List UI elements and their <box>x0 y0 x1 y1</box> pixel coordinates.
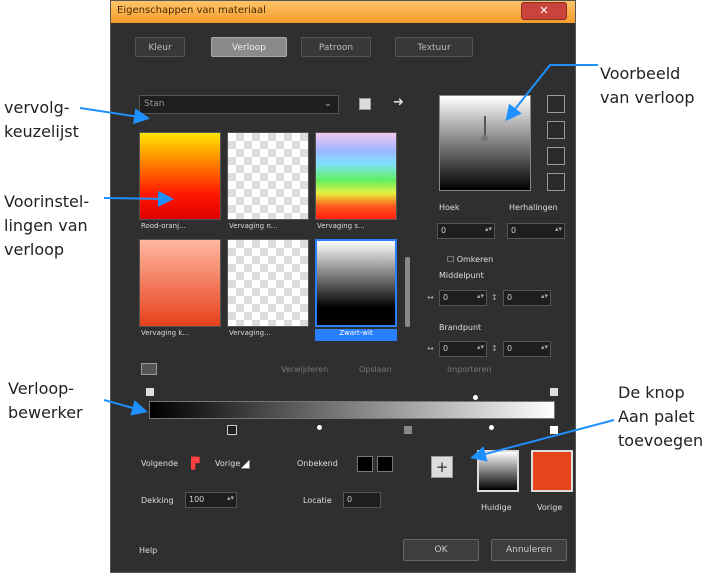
arrow-preview <box>505 64 598 122</box>
arrow-editor <box>103 399 148 416</box>
arrow-presets <box>103 190 174 207</box>
callout-arrows <box>79 64 615 462</box>
arrow-add-to-palette <box>470 419 615 462</box>
arrow-dropdown <box>79 107 150 125</box>
